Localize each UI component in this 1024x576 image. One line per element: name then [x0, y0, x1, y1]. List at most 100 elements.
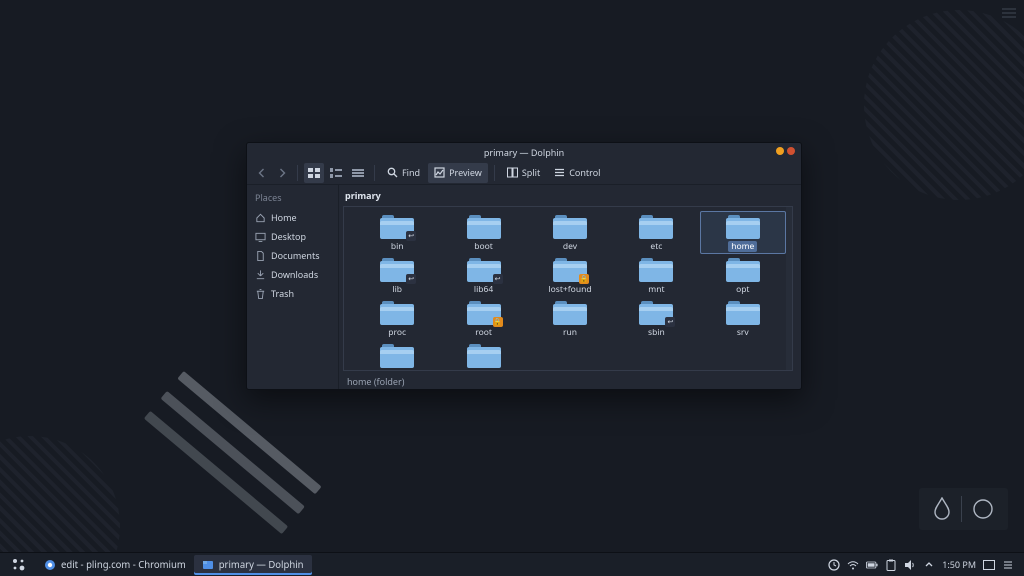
- window-close-button[interactable]: [787, 147, 795, 155]
- wifi-icon[interactable]: [847, 559, 859, 571]
- folder-home[interactable]: home: [700, 211, 786, 254]
- folder-label: lib64: [474, 284, 493, 295]
- view-icons-button[interactable]: [304, 163, 324, 183]
- sidebar-item-documents[interactable]: Documents: [247, 246, 338, 265]
- folder-icon: [726, 215, 760, 239]
- view-details-button[interactable]: [348, 163, 368, 183]
- ring-icon: [972, 498, 994, 520]
- folder-bin[interactable]: ↩bin: [354, 211, 440, 254]
- folder-boot[interactable]: boot: [440, 211, 526, 254]
- folder-run[interactable]: run: [527, 297, 613, 340]
- download-icon: [255, 269, 266, 281]
- folder-label: run: [563, 327, 577, 338]
- volume-icon[interactable]: [904, 559, 916, 571]
- sidebar-item-label: Trash: [271, 287, 294, 300]
- places-sidebar: Places Home Desktop Documents Downloads Tras…: [247, 185, 339, 389]
- home-icon: [255, 212, 266, 224]
- folder-opt[interactable]: opt: [700, 254, 786, 297]
- locked-badge-icon: 🔒: [493, 317, 503, 327]
- folder-dev[interactable]: dev: [527, 211, 613, 254]
- battery-icon[interactable]: [866, 559, 878, 571]
- system-tray: 1:50 PM: [828, 558, 1020, 571]
- folder-icon: [553, 301, 587, 325]
- app-launcher-button[interactable]: [4, 555, 34, 575]
- clock[interactable]: 1:50 PM: [942, 558, 976, 571]
- folder-label: lost+found: [548, 284, 591, 295]
- plasma-logo-icon: [12, 558, 26, 572]
- folder-mnt[interactable]: mnt: [613, 254, 699, 297]
- window-maximize-button[interactable]: [776, 147, 784, 155]
- control-menu-button[interactable]: Control: [548, 163, 606, 183]
- task-label: primary — Dolphin: [219, 558, 304, 571]
- folder-icon: [553, 215, 587, 239]
- clipboard-icon[interactable]: [885, 559, 897, 571]
- folder-item[interactable]: [354, 340, 440, 371]
- split-button[interactable]: Split: [501, 163, 546, 183]
- sidebar-item-trash[interactable]: Trash: [247, 284, 338, 303]
- folder-label: lib: [392, 284, 402, 295]
- folder-label: srv: [737, 327, 749, 338]
- nav-back-button[interactable]: [253, 163, 271, 183]
- folder-lib[interactable]: ↩ lib: [354, 254, 440, 297]
- desktop-icon: [255, 231, 266, 243]
- folder-icon: ↩: [380, 215, 414, 239]
- folder-icon: [639, 215, 673, 239]
- toolbar: Find Preview Split Control: [247, 161, 801, 185]
- nav-forward-button[interactable]: [273, 163, 291, 183]
- folder-icon: [380, 301, 414, 325]
- locked-badge-icon: 🔒: [579, 274, 589, 284]
- symlink-badge-icon: ↩: [406, 231, 416, 241]
- task-label: edit - pling.com - Chromium: [61, 558, 186, 571]
- folder-sbin[interactable]: ↩sbin: [613, 297, 699, 340]
- folder-label: opt: [736, 284, 749, 295]
- folder-icon: [726, 301, 760, 325]
- folder-icon: 🔒: [467, 301, 501, 325]
- folder-icon: [726, 258, 760, 282]
- location-breadcrumb[interactable]: primary: [339, 185, 801, 204]
- tray-expand-icon[interactable]: [923, 559, 935, 571]
- folder-icon: [467, 215, 501, 239]
- folder-root[interactable]: 🔒root: [440, 297, 526, 340]
- symlink-badge-icon: ↩: [406, 274, 416, 284]
- folder-proc[interactable]: proc: [354, 297, 440, 340]
- split-icon: [507, 167, 518, 178]
- folder-srv[interactable]: srv: [700, 297, 786, 340]
- search-icon: [387, 167, 398, 178]
- chromium-icon: [44, 559, 56, 571]
- sidebar-item-desktop[interactable]: Desktop: [247, 227, 338, 246]
- dolphin-icon: [202, 559, 214, 571]
- folder-lost+found[interactable]: 🔒lost+found: [527, 254, 613, 297]
- folder-label: mnt: [648, 284, 664, 295]
- file-grid-viewport[interactable]: ↩binbootdevetchome↩lib↩lib64🔒lost+foundm…: [343, 206, 793, 371]
- show-desktop-button[interactable]: [983, 559, 995, 571]
- doc-icon: [255, 250, 266, 262]
- folder-label: bin: [391, 241, 404, 252]
- sidebar-item-downloads[interactable]: Downloads: [247, 265, 338, 284]
- sidebar-item-label: Documents: [271, 249, 320, 262]
- places-heading: Places: [247, 191, 338, 208]
- sidebar-item-label: Desktop: [271, 230, 306, 243]
- folder-etc[interactable]: etc: [613, 211, 699, 254]
- updates-icon[interactable]: [828, 559, 840, 571]
- window-titlebar[interactable]: primary — Dolphin: [247, 143, 801, 161]
- dolphin-window: primary — Dolphin Find Preview: [246, 142, 802, 390]
- status-bar: home (folder): [339, 373, 801, 389]
- view-compact-button[interactable]: [326, 163, 346, 183]
- folder-item[interactable]: [440, 340, 526, 371]
- folder-icon: [380, 344, 414, 368]
- symlink-badge-icon: ↩: [665, 317, 675, 327]
- task-dolphin[interactable]: primary — Dolphin: [194, 555, 312, 575]
- folder-label: home: [728, 241, 757, 252]
- symlink-badge-icon: ↩: [493, 274, 503, 284]
- task-chromium[interactable]: edit - pling.com - Chromium: [36, 555, 194, 575]
- desktop-grip-icon[interactable]: [1002, 6, 1016, 18]
- sidebar-item-label: Downloads: [271, 268, 318, 281]
- folder-label: proc: [388, 327, 406, 338]
- sidebar-item-home[interactable]: Home: [247, 208, 338, 227]
- find-button[interactable]: Find: [381, 163, 426, 183]
- desktop-logo-widget: [919, 488, 1008, 530]
- window-title: primary — Dolphin: [484, 146, 564, 159]
- panel-settings-button[interactable]: [1002, 559, 1014, 571]
- folder-lib64[interactable]: ↩lib64: [440, 254, 526, 297]
- preview-button[interactable]: Preview: [428, 163, 488, 183]
